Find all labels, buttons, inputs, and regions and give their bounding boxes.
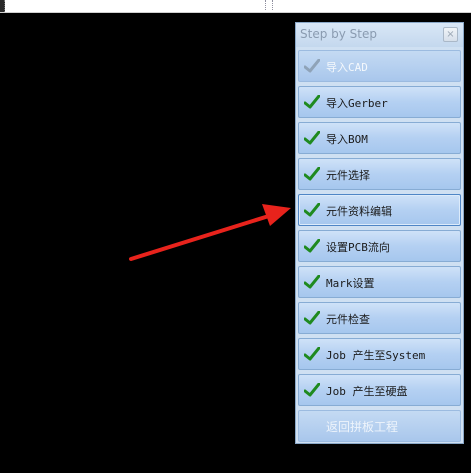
step-label: 导入BOM (326, 133, 368, 146)
host-window-top-strip (0, 0, 471, 13)
step-label: 元件检查 (326, 313, 370, 326)
check-icon (304, 95, 320, 109)
panel-title: Step by Step (300, 27, 377, 41)
step-mark-settings-button[interactable]: Mark设置 (298, 266, 461, 298)
step-by-step-panel: Step by Step × 导入CAD 导入Gerber 导入BOM 元件选择… (295, 22, 464, 444)
check-icon (304, 275, 320, 289)
back-button-label: 返回拼板工程 (326, 420, 399, 434)
top-strip-divider-mid (264, 0, 266, 10)
check-icon (304, 59, 320, 73)
check-icon (304, 131, 320, 145)
step-label: Job 产生至硬盘 (326, 385, 408, 398)
check-icon (304, 311, 320, 325)
close-button[interactable]: × (443, 27, 458, 42)
step-job-to-disk-button[interactable]: Job 产生至硬盘 (298, 374, 461, 406)
step-import-cad-button[interactable]: 导入CAD (298, 50, 461, 82)
step-label: 元件资料编辑 (326, 205, 392, 218)
step-label: 导入CAD (326, 61, 368, 74)
step-label: 元件选择 (326, 169, 370, 182)
check-icon (304, 167, 320, 181)
step-label: 导入Gerber (326, 97, 388, 110)
step-import-gerber-button[interactable]: 导入Gerber (298, 86, 461, 118)
check-icon (304, 239, 320, 253)
back-to-panel-project-button[interactable]: 返回拼板工程 (298, 410, 461, 442)
step-component-check-button[interactable]: 元件检查 (298, 302, 461, 334)
top-strip-divider-mid2 (271, 0, 273, 10)
check-icon (304, 347, 320, 361)
panel-header: Step by Step × (296, 23, 463, 47)
left-edge-marker (0, 0, 5, 12)
step-set-pcb-flow-button[interactable]: 设置PCB流向 (298, 230, 461, 262)
check-icon (304, 383, 320, 397)
close-icon: × (446, 29, 455, 40)
check-icon (304, 203, 320, 217)
step-label: Mark设置 (326, 277, 375, 290)
step-component-select-button[interactable]: 元件选择 (298, 158, 461, 190)
step-component-data-edit-button[interactable]: 元件资料编辑 (298, 194, 461, 226)
step-label: Job 产生至System (326, 349, 426, 362)
step-import-bom-button[interactable]: 导入BOM (298, 122, 461, 154)
step-job-to-system-button[interactable]: Job 产生至System (298, 338, 461, 370)
step-label: 设置PCB流向 (326, 241, 390, 254)
